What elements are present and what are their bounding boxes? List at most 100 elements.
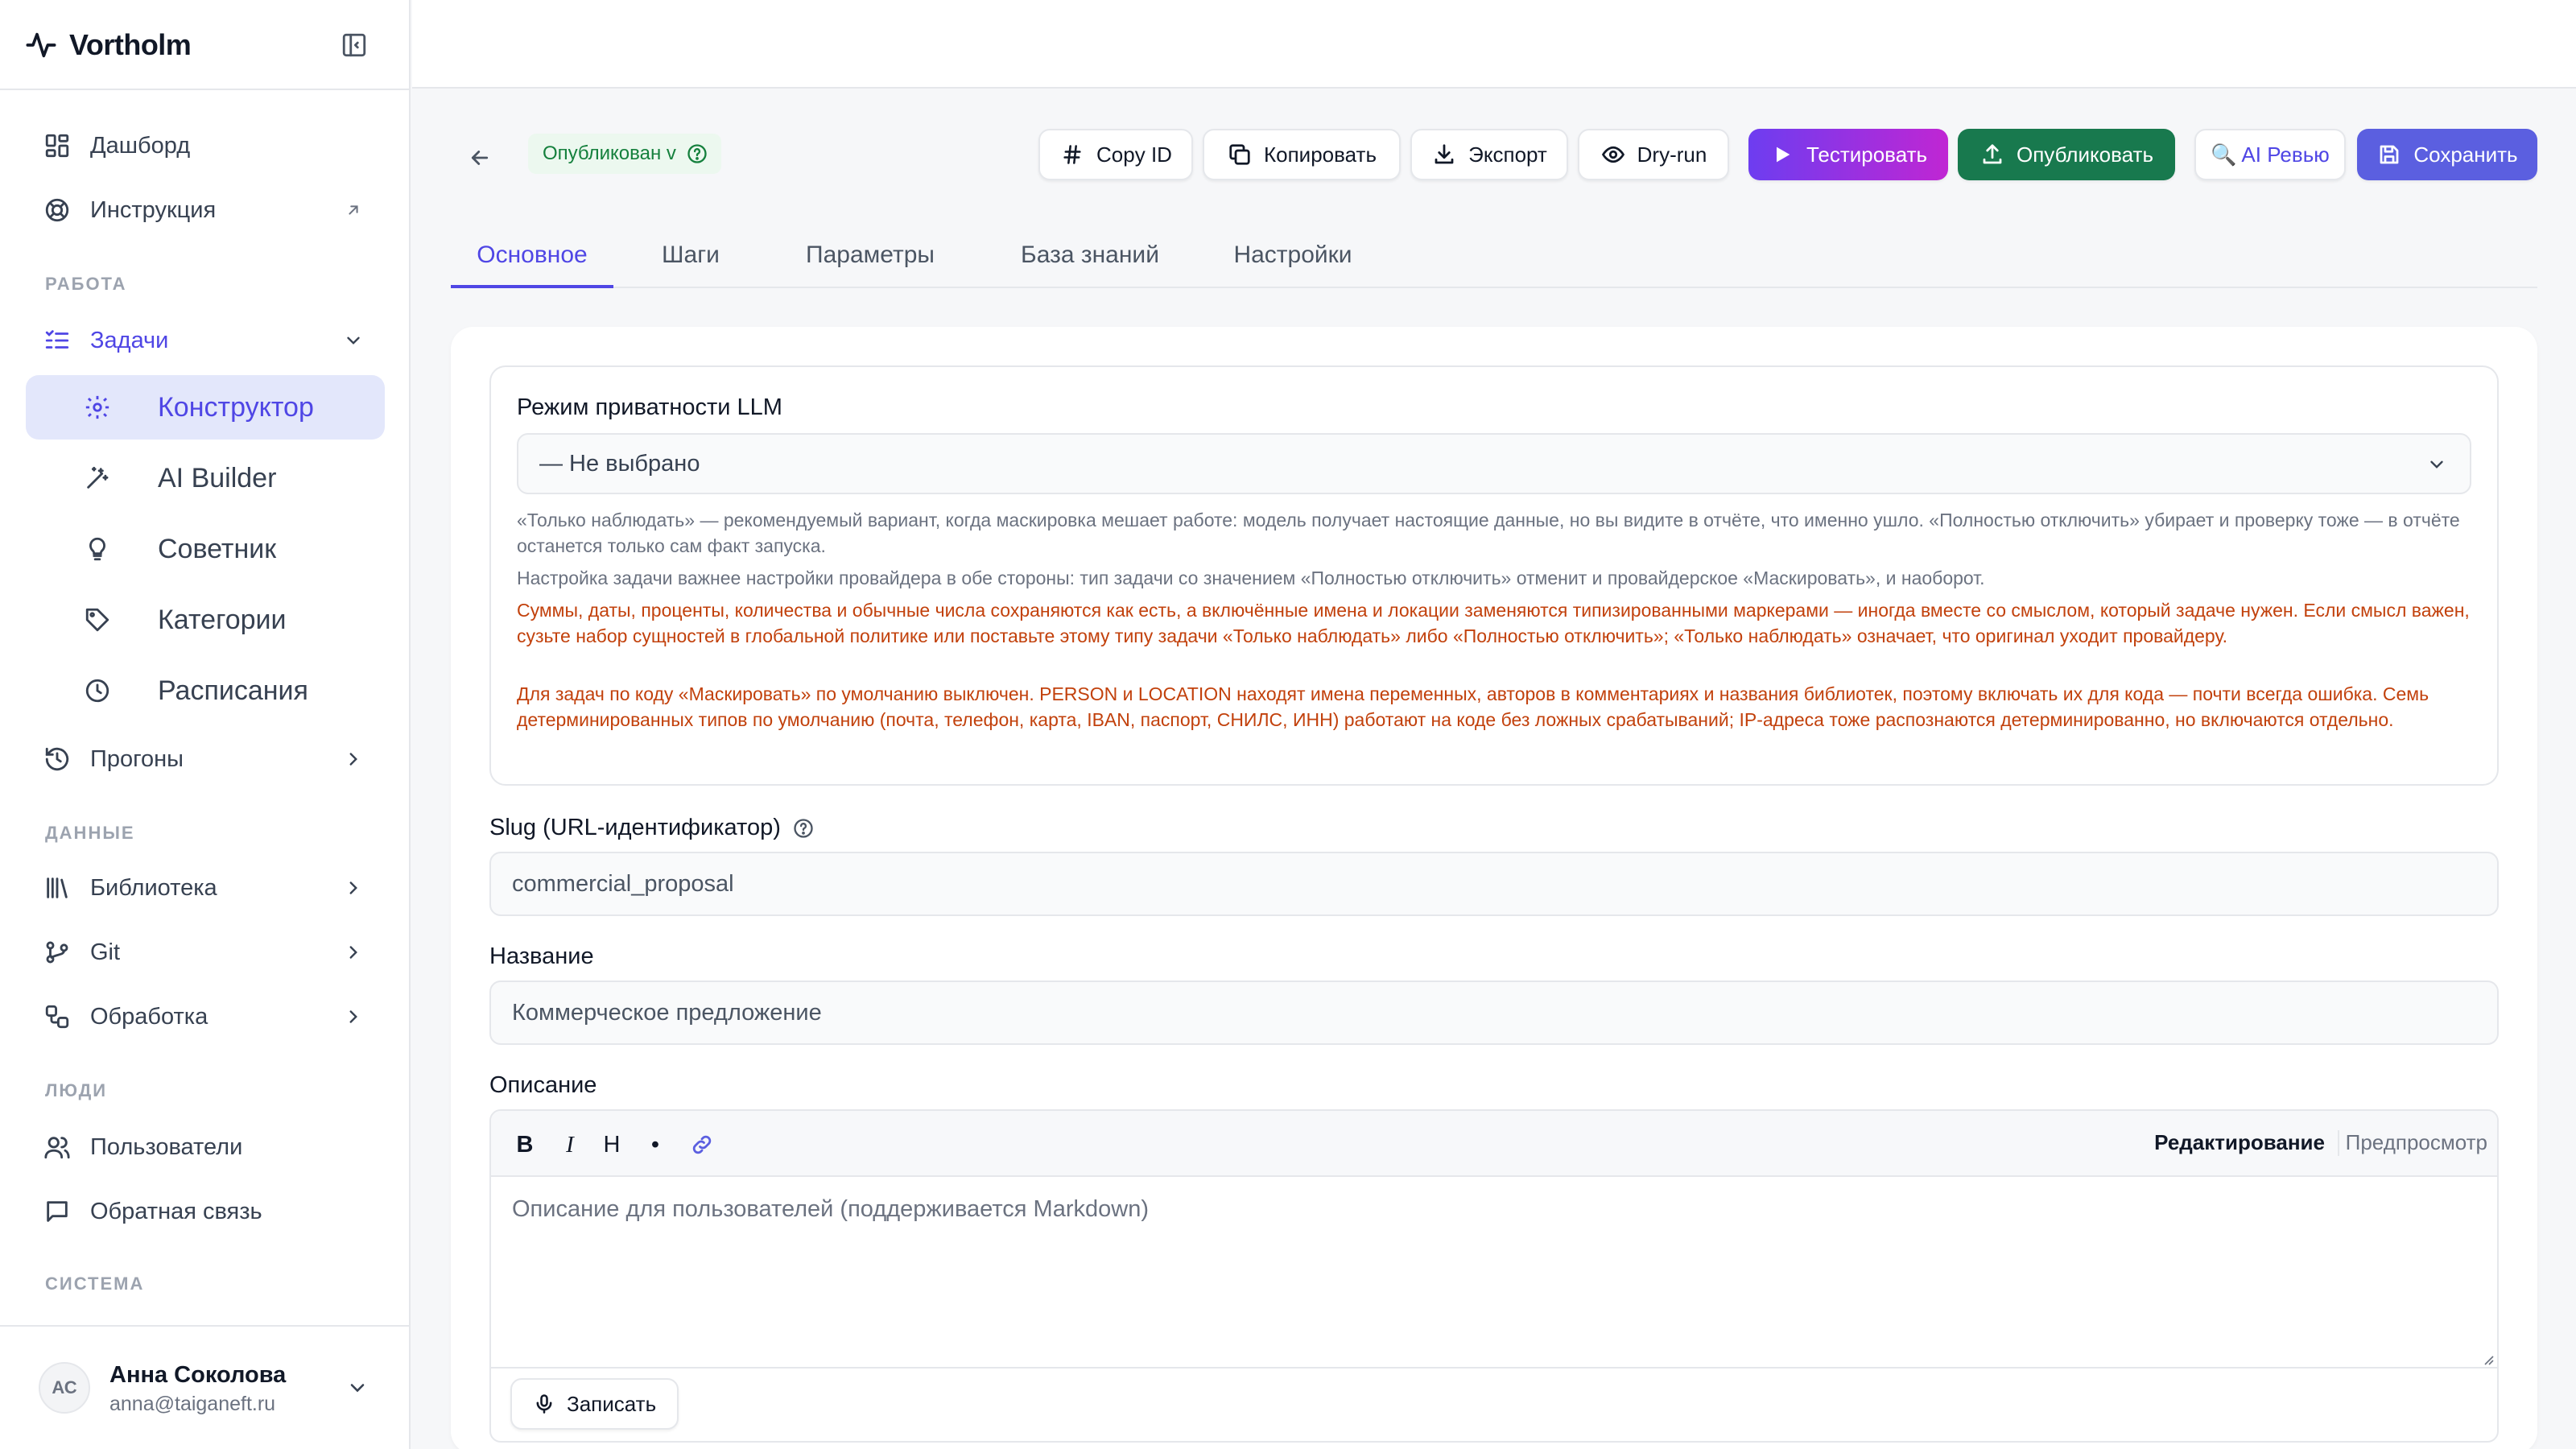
tab-bar: Основное Шаги Параметры База знаний Наст…: [451, 233, 2537, 288]
message-square-icon: [42, 1196, 72, 1227]
library-icon: [42, 873, 72, 903]
link-icon[interactable]: [684, 1127, 720, 1162]
privacy-warning: Для задач по коду «Маскировать» по умолч…: [517, 683, 2429, 730]
dashboard-icon: [42, 130, 72, 161]
tab-steps[interactable]: Шаги: [654, 233, 728, 288]
collapse-sidebar-icon[interactable]: [338, 29, 370, 61]
bullet-list-button[interactable]: •: [638, 1127, 673, 1162]
sidebar-item-users[interactable]: Пользователи: [26, 1119, 385, 1175]
chevron-down-icon[interactable]: [343, 1373, 372, 1402]
bold-button[interactable]: B: [507, 1127, 543, 1162]
divider: [2338, 1130, 2339, 1156]
edit-mode-tab[interactable]: Редактирование: [2154, 1130, 2325, 1155]
sidebar-item-tasks[interactable]: Задачи: [26, 312, 385, 369]
history-icon: [42, 744, 72, 774]
back-arrow-icon[interactable]: [464, 142, 496, 174]
save-button[interactable]: Сохранить: [2357, 129, 2537, 180]
chevron-right-icon: [341, 747, 365, 771]
tab-parameters[interactable]: Параметры: [802, 233, 939, 288]
brand[interactable]: Vortholm: [24, 24, 192, 66]
chevron-right-icon: [341, 1005, 365, 1029]
task-list-icon: [42, 325, 72, 356]
help-circle-icon[interactable]: [686, 142, 708, 165]
sidebar-item-label: Обработка: [90, 1003, 208, 1030]
sidebar-item-library[interactable]: Библиотека: [26, 860, 385, 916]
section-label-system: СИСТЕМА: [45, 1274, 145, 1294]
italic-button[interactable]: I: [552, 1127, 588, 1162]
download-icon: [1431, 142, 1457, 167]
sidebar-item-instruction[interactable]: Инструкция: [26, 182, 385, 238]
slug-label: Slug (URL-идентификатор): [489, 815, 815, 841]
tab-main[interactable]: Основное: [451, 233, 613, 288]
ai-review-button[interactable]: 🔍 AI Ревью: [2194, 129, 2346, 180]
sidebar-item-processing[interactable]: Обработка: [26, 989, 385, 1045]
top-bar: [412, 0, 2576, 89]
sidebar-item-label: Прогоны: [90, 745, 184, 772]
copy-button[interactable]: Копировать: [1203, 129, 1401, 180]
save-label: Сохранить: [2413, 142, 2518, 167]
name-input[interactable]: Коммерческое предложение: [489, 980, 2499, 1045]
tab-settings[interactable]: Настройки: [1228, 233, 1357, 288]
save-icon: [2376, 142, 2402, 167]
export-label: Экспорт: [1468, 142, 1547, 167]
lightbulb-icon: [82, 534, 113, 564]
tag-icon: [82, 605, 113, 635]
help-circle-icon[interactable]: [792, 817, 815, 840]
chevron-down-icon: [341, 328, 365, 353]
section-label-work: РАБОТА: [45, 274, 127, 294]
user-email: anna@taiganeft.ru: [109, 1393, 276, 1415]
sidebar-item-label: Инструкция: [90, 196, 217, 223]
description-textarea[interactable]: Описание для пользователей (поддерживает…: [491, 1179, 2497, 1368]
status-label: Опубликован v: [543, 142, 676, 164]
ai-review-label: 🔍 AI Ревью: [2211, 142, 2330, 167]
workflow-icon: [42, 1001, 72, 1032]
privacy-select[interactable]: — Не выбрано: [517, 433, 2471, 494]
copy-icon: [1227, 142, 1253, 167]
sidebar-item-ai-builder[interactable]: AI Builder: [26, 446, 385, 510]
avatar: АС: [39, 1362, 90, 1414]
chevron-right-icon: [341, 876, 365, 900]
clock-icon: [82, 675, 113, 706]
status-badge[interactable]: Опубликован v: [528, 134, 721, 174]
export-button[interactable]: Экспорт: [1410, 129, 1568, 180]
sidebar-item-runs[interactable]: Прогоны: [26, 731, 385, 787]
description-editor: B I H • Редактирование Предпросмотр Опис…: [489, 1109, 2499, 1443]
sidebar-item-git[interactable]: Git: [26, 924, 385, 980]
section-label-data: ДАННЫЕ: [45, 823, 135, 843]
privacy-select-value: — Не выбрано: [539, 450, 700, 477]
sidebar-item-schedules[interactable]: Расписания: [26, 658, 385, 723]
users-icon: [42, 1132, 72, 1162]
play-icon: [1769, 142, 1795, 167]
privacy-note: Настройка задачи важнее настройки провай…: [517, 568, 1985, 588]
resize-handle-icon[interactable]: [2481, 1352, 2494, 1365]
upload-icon: [1979, 142, 2005, 167]
publish-button[interactable]: Опубликовать: [1958, 129, 2175, 180]
sidebar-item-label: Дашборд: [90, 132, 191, 159]
sidebar-item-label: Git: [90, 939, 121, 965]
magic-wand-icon: [82, 463, 113, 493]
sidebar-item-label: Советник: [158, 533, 277, 564]
record-label: Записать: [567, 1391, 657, 1416]
hash-icon: [1059, 142, 1085, 167]
heading-button[interactable]: H: [594, 1127, 630, 1162]
sidebar-item-categories[interactable]: Категории: [26, 588, 385, 652]
sidebar-item-label: Задачи: [90, 327, 169, 353]
brand-name: Vortholm: [69, 28, 192, 61]
copy-id-button[interactable]: Copy ID: [1038, 129, 1193, 180]
user-menu[interactable]: АС Анна Соколова anna@taiganeft.ru: [0, 1325, 411, 1449]
chevron-right-icon: [341, 940, 365, 964]
sidebar-item-feedback[interactable]: Обратная связь: [26, 1183, 385, 1240]
test-button[interactable]: Тестировать: [1748, 129, 1948, 180]
slug-input[interactable]: commercial_proposal: [489, 852, 2499, 916]
name-label: Название: [489, 943, 594, 969]
tab-knowledge-base[interactable]: База знаний: [1011, 233, 1169, 288]
dry-run-button[interactable]: Dry-run: [1578, 129, 1729, 180]
record-button[interactable]: Записать: [510, 1378, 679, 1430]
preview-mode-tab[interactable]: Предпросмотр: [2346, 1130, 2487, 1155]
sidebar-item-constructor[interactable]: Конструктор: [26, 375, 385, 440]
privacy-note: «Только наблюдать» — рекомендуемый вариа…: [517, 510, 2460, 556]
sidebar-item-label: Обратная связь: [90, 1198, 262, 1224]
sidebar-item-dashboard[interactable]: Дашборд: [26, 118, 385, 174]
chevron-down-icon: [2425, 452, 2449, 477]
sidebar-item-advisor[interactable]: Советник: [26, 517, 385, 581]
